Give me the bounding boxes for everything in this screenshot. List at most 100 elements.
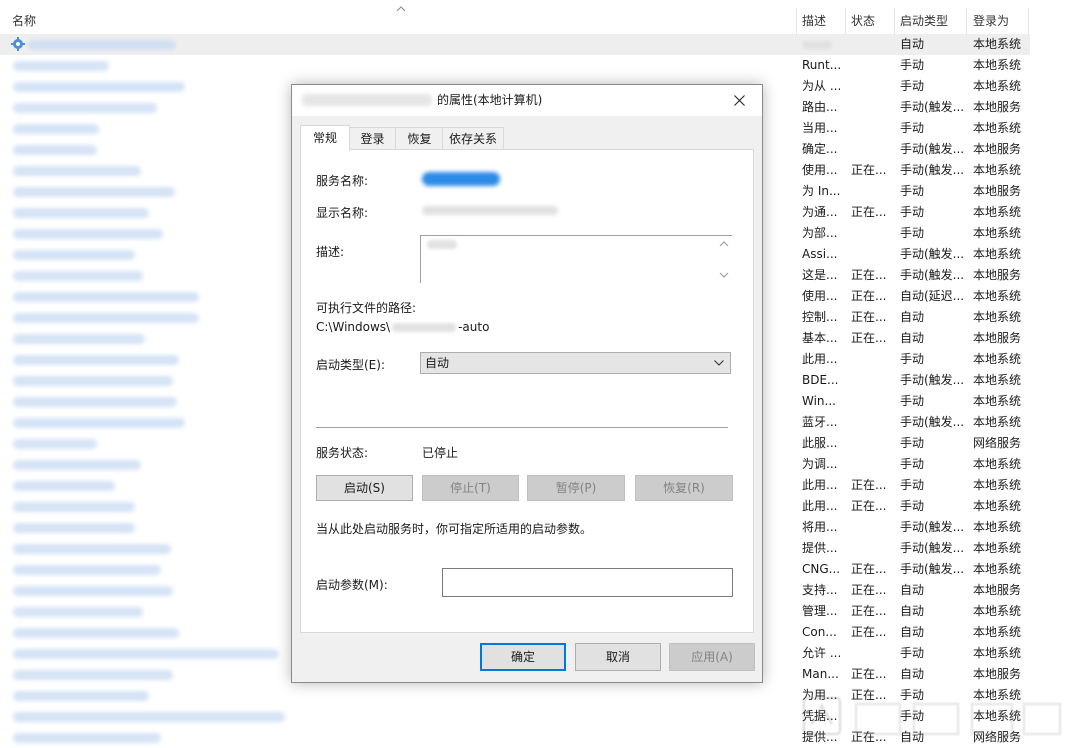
service-status: 正在...: [851, 163, 887, 177]
exe-path-value: C:\Windows\ -auto: [316, 320, 489, 334]
service-logon-as: 本地系统: [973, 415, 1022, 429]
service-logon-as: 本地系统: [973, 541, 1022, 555]
description-value-redacted: [427, 240, 457, 249]
stop-service-button[interactable]: 停止(T): [422, 475, 519, 501]
sort-ascending-icon: [396, 6, 406, 12]
service-name-redacted: [13, 187, 175, 197]
service-name-redacted: [13, 292, 199, 302]
start-params-label: 启动参数(M):: [316, 578, 388, 592]
service-name-redacted: [13, 502, 135, 512]
dialog-title: 的属性(本地计算机): [437, 93, 543, 107]
service-startup-type: 自动: [900, 625, 925, 639]
service-status: 正在...: [851, 625, 887, 639]
service-status: 正在...: [851, 478, 887, 492]
service-name-redacted: [28, 40, 176, 50]
service-name-redacted: [302, 94, 432, 106]
column-separator[interactable]: [1028, 8, 1029, 34]
service-logon-as: 本地服务: [973, 142, 1022, 156]
scroll-down-icon: [719, 272, 729, 278]
service-status: [851, 223, 893, 244]
column-header-startup-type[interactable]: 启动类型: [900, 0, 948, 33]
service-status: [851, 643, 893, 664]
description-scrollbar[interactable]: [716, 236, 732, 283]
service-status: [851, 412, 893, 433]
resume-service-button[interactable]: 恢复(R): [635, 475, 733, 501]
service-description: Win...: [802, 394, 836, 408]
column-separator[interactable]: [845, 8, 846, 34]
table-row[interactable]: 自动 本地系统: [0, 34, 1030, 55]
service-logon-as: 本地服务: [973, 268, 1022, 282]
service-startup-type: 手动: [900, 226, 925, 240]
service-status: 正在...: [851, 562, 887, 576]
service-startup-type: 手动: [900, 457, 925, 471]
service-status: [851, 391, 893, 412]
service-name-redacted: [13, 733, 161, 743]
exe-path-suffix: -auto: [458, 320, 490, 334]
display-name-label: 显示名称:: [316, 206, 369, 220]
dialog-titlebar[interactable]: 的属性(本地计算机): [292, 85, 762, 116]
service-description: 当用...: [802, 121, 838, 135]
service-startup-type: 手动: [900, 352, 925, 366]
service-logon-as: 本地系统: [973, 37, 1022, 51]
service-logon-as: 本地服务: [973, 100, 1022, 114]
service-logon-as: 本地服务: [973, 667, 1022, 681]
watermark-logo: [802, 696, 1062, 736]
service-name-value-redacted: [422, 172, 500, 186]
start-params-input[interactable]: [442, 568, 733, 597]
startup-type-select[interactable]: 自动: [420, 352, 731, 374]
start-service-button[interactable]: 启动(S): [316, 475, 413, 501]
service-startup-type: 自动: [900, 37, 925, 51]
service-logon-as: 本地系统: [973, 289, 1022, 303]
service-name-redacted: [13, 712, 285, 722]
service-logon-as: 网络服务: [973, 436, 1022, 450]
service-logon-as: 本地系统: [973, 163, 1022, 177]
tab-logon[interactable]: 登录: [348, 127, 397, 150]
service-description: 为通...: [802, 205, 838, 219]
service-startup-type: 手动: [900, 436, 925, 450]
service-startup-type: 手动: [900, 205, 925, 219]
service-status: 正在...: [851, 289, 887, 303]
service-logon-as: 本地服务: [973, 583, 1022, 597]
close-button[interactable]: [716, 85, 762, 116]
service-description: 为 In...: [802, 184, 841, 198]
service-logon-as: 本地系统: [973, 310, 1022, 324]
column-header-name[interactable]: 名称: [12, 0, 36, 33]
service-name-redacted: [13, 271, 143, 281]
column-separator[interactable]: [796, 8, 797, 34]
column-header-logon-as[interactable]: 登录为: [973, 0, 1009, 33]
service-startup-type: 手动: [900, 394, 925, 408]
service-name-redacted: [13, 124, 99, 134]
pause-service-button[interactable]: 暂停(P): [527, 475, 625, 501]
service-status: [851, 34, 893, 55]
service-logon-as: 本地系统: [973, 478, 1022, 492]
service-description: BDE...: [802, 373, 839, 387]
column-separator[interactable]: [966, 8, 967, 34]
service-startup-type: 手动(触发...: [900, 247, 965, 261]
description-box[interactable]: [420, 235, 732, 283]
service-logon-as: 本地服务: [973, 184, 1022, 198]
table-row[interactable]: Runt... 手动 本地系统: [0, 55, 1030, 76]
service-startup-type: 自动(延迟...: [900, 289, 965, 303]
service-logon-as: 本地服务: [973, 331, 1022, 345]
service-logon-as: 本地系统: [973, 205, 1022, 219]
service-status: 正在...: [851, 331, 887, 345]
service-logon-as: 本地系统: [973, 394, 1022, 408]
column-separator[interactable]: [894, 8, 895, 34]
column-header-description[interactable]: 描述: [802, 0, 826, 33]
exe-path-label: 可执行文件的路径:: [316, 301, 417, 315]
service-description: Runt...: [802, 58, 842, 72]
service-description: CNG...: [802, 562, 841, 576]
service-startup-type: 手动(触发...: [900, 373, 965, 387]
tab-dependencies[interactable]: 依存关系: [442, 127, 504, 150]
service-startup-type: 手动(触发...: [900, 163, 965, 177]
cancel-button[interactable]: 取消: [575, 643, 661, 671]
tab-general[interactable]: 常规: [300, 125, 350, 151]
service-description: 路由...: [802, 100, 838, 114]
apply-button[interactable]: 应用(A): [669, 643, 755, 671]
ok-button[interactable]: 确定: [480, 643, 566, 671]
service-properties-dialog: 的属性(本地计算机) 常规 登录 恢复 依存关系 服务名称: 显示名称: 描述:…: [291, 84, 763, 683]
service-startup-type: 自动: [900, 331, 925, 345]
service-name-redacted: [13, 439, 97, 449]
column-header-status[interactable]: 状态: [851, 0, 875, 33]
tab-recovery[interactable]: 恢复: [395, 127, 444, 150]
